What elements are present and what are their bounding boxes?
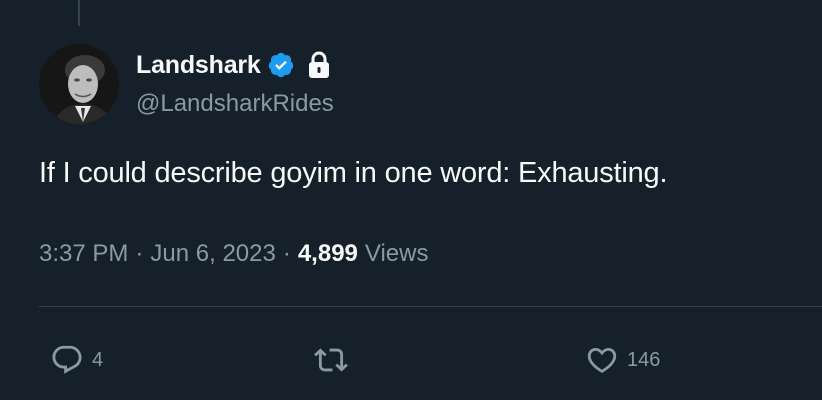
heart-icon xyxy=(587,347,617,373)
author-display-name[interactable]: Landshark xyxy=(136,51,261,80)
verified-badge-icon[interactable] xyxy=(267,51,295,79)
meta-separator: · xyxy=(135,240,144,267)
retweet-button[interactable] xyxy=(314,340,356,380)
retweet-icon xyxy=(314,348,348,372)
tweet-meta: 3:37 PM · Jun 6, 2023 · 4,899 Views xyxy=(39,240,428,268)
views-count: 4,899 xyxy=(297,240,358,267)
avatar-image xyxy=(39,44,119,124)
author-handle[interactable]: @LandsharkRides xyxy=(136,90,334,118)
tweet-date[interactable]: Jun 6, 2023 xyxy=(150,240,275,268)
tweet-text: If I could describe goyim in one word: E… xyxy=(39,157,668,189)
views-label: Views xyxy=(364,240,429,267)
author-name-row: Landshark xyxy=(136,46,331,84)
like-button[interactable]: 146 xyxy=(585,340,660,380)
reply-count: 4 xyxy=(92,348,104,371)
divider xyxy=(39,306,822,307)
protected-lock-icon xyxy=(307,51,331,79)
avatar[interactable] xyxy=(39,44,119,124)
tweet-time[interactable]: 3:37 PM xyxy=(39,240,128,268)
meta-separator: · xyxy=(282,240,291,267)
reply-icon xyxy=(52,345,82,374)
thread-connector-line xyxy=(78,0,80,26)
like-count: 146 xyxy=(627,348,661,371)
reply-button[interactable]: 4 xyxy=(50,340,103,380)
